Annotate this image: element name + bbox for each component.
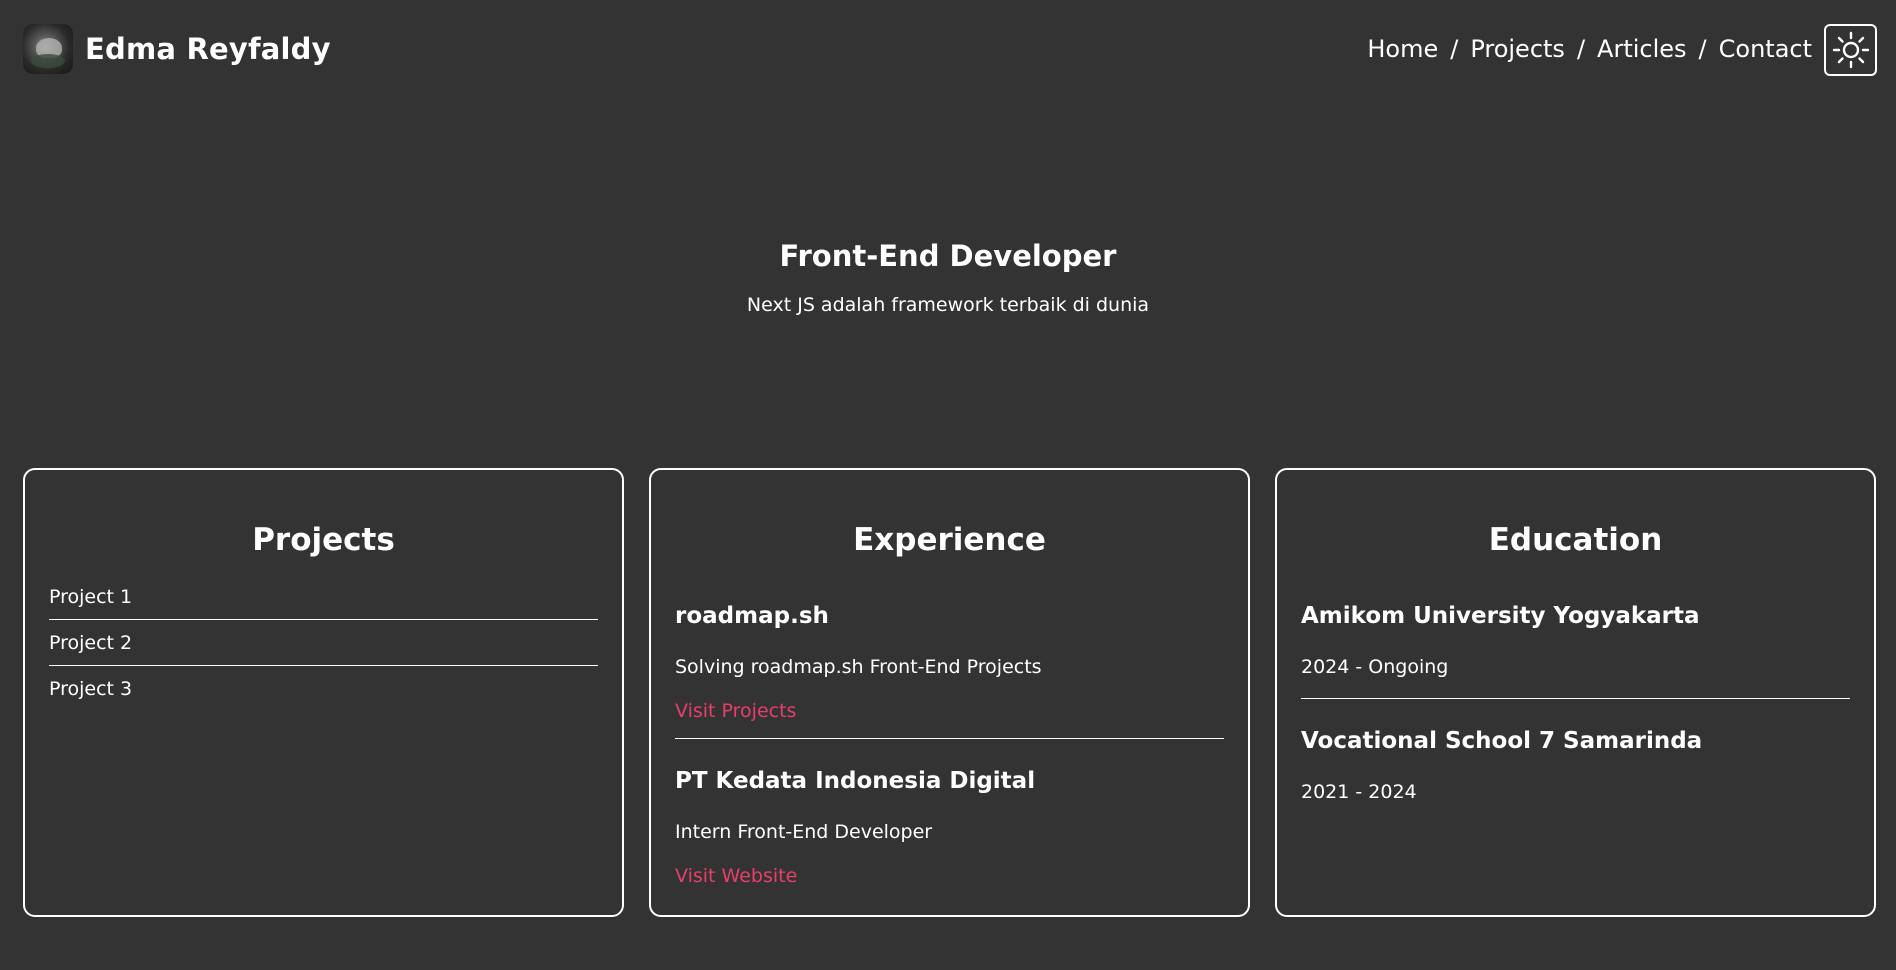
nav-projects-link[interactable]: Projects (1470, 35, 1565, 63)
experience-entry: roadmap.sh Solving roadmap.sh Front-End … (675, 584, 1224, 728)
main-nav: Home / Projects / Articles / Contact (1367, 30, 1812, 68)
nav-home-link[interactable]: Home (1367, 35, 1438, 63)
experience-card: Experience roadmap.sh Solving roadmap.sh… (649, 468, 1250, 917)
divider (1301, 698, 1850, 699)
visit-projects-link[interactable]: Visit Projects (675, 694, 1224, 728)
education-period: 2024 - Ongoing (1301, 656, 1449, 678)
experience-card-title: Experience (853, 522, 1046, 558)
nav-separator: / (1698, 35, 1707, 63)
experience-description: Solving roadmap.sh Front-End Projects (675, 656, 1042, 678)
education-school: Amikom University Yogyakarta (1301, 603, 1700, 629)
experience-entry: PT Kedata Indonesia Digital Intern Front… (675, 749, 1224, 893)
sun-icon (1832, 31, 1869, 69)
experience-company: roadmap.sh (675, 603, 829, 629)
projects-card-title: Projects (252, 522, 395, 558)
project-item[interactable]: Project 2 (49, 620, 598, 666)
brand[interactable]: Edma Reyfaldy (23, 24, 331, 74)
visit-website-link[interactable]: Visit Website (675, 859, 1224, 893)
site-owner-name: Edma Reyfaldy (85, 32, 331, 66)
hero-subtitle: Next JS adalah framework terbaik di duni… (746, 294, 1150, 316)
experience-company: PT Kedata Indonesia Digital (675, 768, 1036, 794)
nav-separator: / (1450, 35, 1459, 63)
hero-section: Front-End Developer Next JS adalah frame… (0, 230, 1896, 316)
education-card-title: Education (1488, 522, 1663, 558)
experience-description: Intern Front-End Developer (675, 821, 933, 843)
theme-toggle-button[interactable] (1824, 24, 1877, 76)
project-list: Project 1 Project 2 Project 3 (49, 574, 598, 712)
education-period: 2021 - 2024 (1301, 781, 1417, 803)
project-item[interactable]: Project 3 (49, 666, 598, 712)
avatar (23, 24, 73, 74)
hero-title: Front-End Developer (779, 239, 1117, 273)
education-school: Vocational School 7 Samarinda (1301, 728, 1703, 754)
site-header: Edma Reyfaldy Home / Projects / Articles… (0, 0, 1896, 98)
education-entry: Vocational School 7 Samarinda 2021 - 202… (1301, 709, 1850, 809)
education-entry: Amikom University Yogyakarta 2024 - Ongo… (1301, 584, 1850, 684)
projects-card: Projects Project 1 Project 2 Project 3 (23, 468, 624, 917)
nav-articles-link[interactable]: Articles (1597, 35, 1687, 63)
project-item[interactable]: Project 1 (49, 574, 598, 620)
nav-separator: / (1576, 35, 1586, 63)
divider (675, 738, 1224, 739)
education-card: Education Amikom University Yogyakarta 2… (1275, 468, 1876, 917)
nav-contact-link[interactable]: Contact (1719, 35, 1812, 63)
